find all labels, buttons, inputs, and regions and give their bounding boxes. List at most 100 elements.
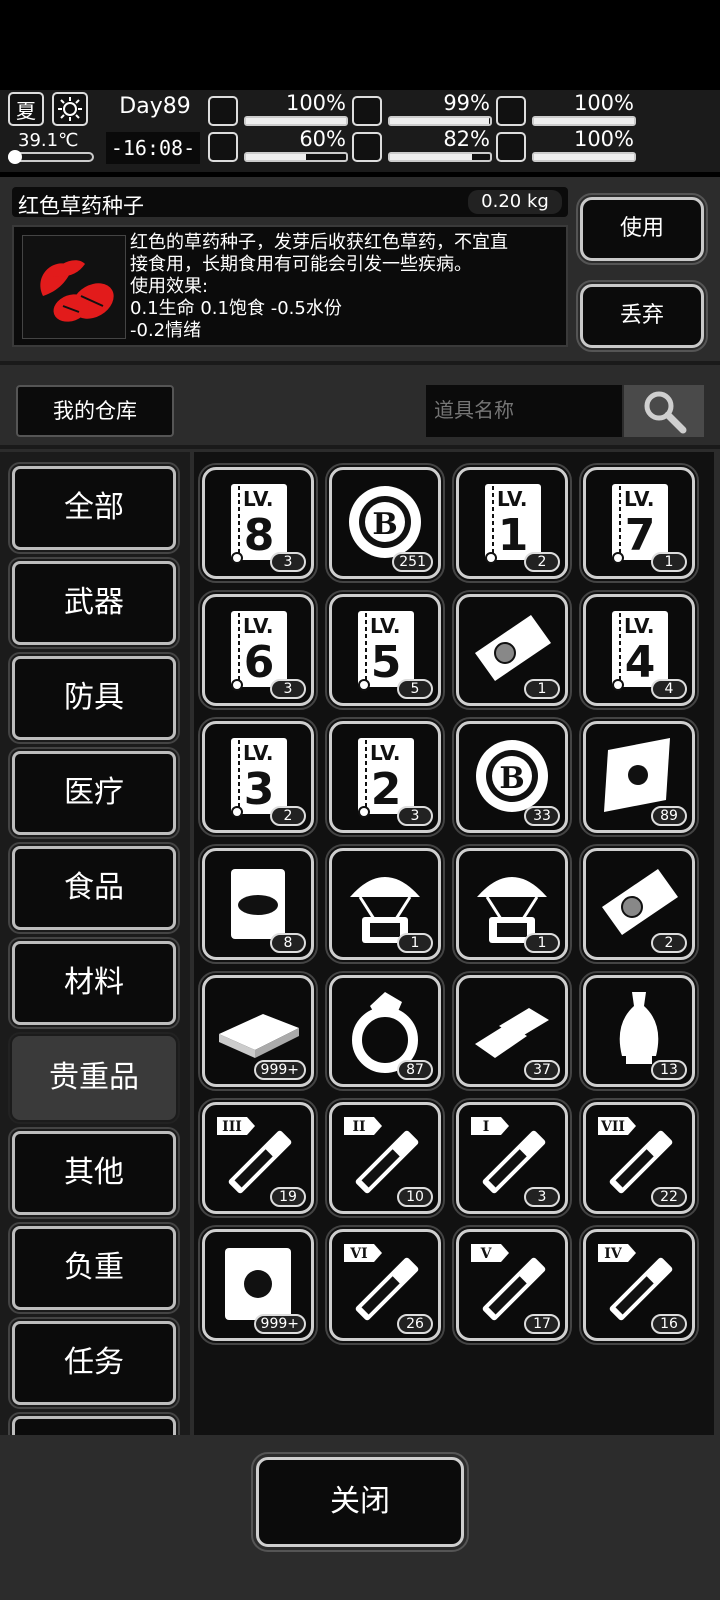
category-tab[interactable]: 全部 xyxy=(8,462,180,554)
item-count-badge: 37 xyxy=(524,1060,560,1080)
inventory-item[interactable]: 2 xyxy=(579,844,699,964)
inventory-item[interactable]: 999+ xyxy=(198,971,318,1091)
inventory-item[interactable]: 999+ xyxy=(198,1225,318,1345)
inventory-item[interactable]: LV. 4 4 xyxy=(579,590,699,710)
inventory-item[interactable]: VII 22 xyxy=(579,1098,699,1218)
bottom-bar: 关闭 xyxy=(0,1435,720,1600)
inventory-item[interactable]: IV 16 xyxy=(579,1225,699,1345)
category-sidebar: 全部武器防具医疗食品材料贵重品其他负重任务消耗品 xyxy=(0,452,190,1600)
category-tab[interactable]: 武器 xyxy=(8,557,180,649)
svg-text:LV.: LV. xyxy=(370,614,401,638)
boot-icon xyxy=(208,132,238,162)
stat-bar xyxy=(244,152,348,162)
category-tab[interactable]: 其他 xyxy=(8,1127,180,1219)
heart-icon xyxy=(496,132,526,162)
item-count-badge: 3 xyxy=(524,1187,560,1207)
inventory-panel: 红色草药种子 0.20 kg 红色的草药种子，发芽后收获红色草药，不宜直 接食用… xyxy=(0,177,720,1600)
item-count-badge: 5 xyxy=(397,679,433,699)
discard-button[interactable]: 丢弃 xyxy=(576,280,708,352)
item-count-badge: 3 xyxy=(270,552,306,572)
season-label: 夏 xyxy=(16,98,36,123)
item-count-badge: 3 xyxy=(397,806,433,826)
inventory-item[interactable]: LV. 3 2 xyxy=(198,717,318,837)
inventory-item[interactable]: I3 xyxy=(452,1098,572,1218)
search-input[interactable] xyxy=(426,385,622,437)
item-weight: 0.20 kg xyxy=(468,190,562,214)
svg-text:1: 1 xyxy=(498,510,529,561)
category-tab[interactable]: 防具 xyxy=(8,652,180,744)
item-count-badge: 26 xyxy=(397,1314,433,1334)
season-indicator: 夏 xyxy=(8,92,44,126)
stat-value: 82% xyxy=(443,127,490,151)
inventory-item[interactable]: II 10 xyxy=(325,1098,445,1218)
thermometer-icon xyxy=(8,150,94,164)
item-name: 红色草药种子 xyxy=(18,194,144,218)
inventory-item[interactable]: VI 26 xyxy=(325,1225,445,1345)
svg-text:LV.: LV. xyxy=(243,741,274,765)
inventory-item[interactable]: LV. 2 3 xyxy=(325,717,445,837)
category-tab[interactable]: 任务 xyxy=(8,1317,180,1409)
inventory-item[interactable]: LV. 1 2 xyxy=(452,463,572,583)
divider xyxy=(0,361,720,365)
item-count-badge: 999+ xyxy=(253,1314,306,1334)
warehouse-button[interactable]: 我的仓库 xyxy=(16,385,174,437)
search-button[interactable] xyxy=(624,385,704,437)
inventory-item[interactable]: 89 xyxy=(579,717,699,837)
divider xyxy=(0,445,720,449)
item-count-badge: 17 xyxy=(524,1314,560,1334)
svg-text:3: 3 xyxy=(244,764,275,815)
item-count-badge: 89 xyxy=(651,806,687,826)
category-tab[interactable]: 材料 xyxy=(8,937,180,1029)
svg-text:LV.: LV. xyxy=(243,614,274,638)
inventory-item[interactable]: B 33 xyxy=(452,717,572,837)
inventory-item[interactable]: B 251 xyxy=(325,463,445,583)
stomach-icon xyxy=(352,96,382,126)
stat-value: 99% xyxy=(443,91,490,115)
inventory-item[interactable]: LV. 6 3 xyxy=(198,590,318,710)
stat-bar xyxy=(388,152,492,162)
inventory-item[interactable]: 13 xyxy=(579,971,699,1091)
water-drop-icon xyxy=(352,132,382,162)
inventory-item[interactable]: 1 xyxy=(325,844,445,964)
status-hud: 夏 39.1℃ Day89 -16:08- 100% 99% 100% 60% 82% 1… xyxy=(0,90,720,253)
category-tab[interactable]: 负重 xyxy=(8,1222,180,1314)
item-count-badge: 33 xyxy=(524,806,560,826)
category-tab[interactable]: 医疗 xyxy=(8,747,180,839)
svg-text:LV.: LV. xyxy=(624,487,655,511)
svg-text:LV.: LV. xyxy=(370,741,401,765)
inventory-item[interactable]: V 17 xyxy=(452,1225,572,1345)
inventory-item[interactable]: 87 xyxy=(325,971,445,1091)
inventory-item[interactable]: LV. 5 5 xyxy=(325,590,445,710)
inventory-screen: 夏 39.1℃ Day89 -16:08- 100% 99% 100% 60% 82% 1… xyxy=(0,0,720,1600)
svg-text:V: V xyxy=(480,1246,493,1262)
stat-value: 60% xyxy=(299,127,346,151)
inventory-item[interactable]: 8 xyxy=(198,844,318,964)
item-count-badge: 1 xyxy=(524,933,560,953)
item-count-badge: 1 xyxy=(524,679,560,699)
use-button[interactable]: 使用 xyxy=(576,193,708,265)
inventory-item[interactable]: 1 xyxy=(452,590,572,710)
item-count-badge: 16 xyxy=(651,1314,687,1334)
inventory-item[interactable]: 1 xyxy=(452,844,572,964)
item-count-badge: 1 xyxy=(397,933,433,953)
svg-text:B: B xyxy=(499,761,524,796)
svg-text:6: 6 xyxy=(244,637,275,688)
inventory-item[interactable]: III 19 xyxy=(198,1098,318,1218)
inventory-item[interactable]: LV. 8 3 xyxy=(198,463,318,583)
stat-value: 100% xyxy=(285,91,346,115)
item-count-badge: 999+ xyxy=(253,1060,306,1080)
close-button[interactable]: 关闭 xyxy=(251,1452,469,1552)
medkit-icon xyxy=(208,96,238,126)
inventory-item[interactable]: 37 xyxy=(452,971,572,1091)
category-tab[interactable]: 食品 xyxy=(8,842,180,934)
stat-bar xyxy=(388,116,492,126)
svg-text:LV.: LV. xyxy=(243,487,274,511)
svg-text:I: I xyxy=(483,1119,490,1135)
stat-value: 100% xyxy=(573,127,634,151)
inventory-item[interactable]: LV. 7 1 xyxy=(579,463,699,583)
sun-icon xyxy=(52,92,88,126)
svg-text:7: 7 xyxy=(625,510,656,561)
category-tab[interactable]: 贵重品 xyxy=(8,1032,180,1124)
item-description: 红色的草药种子，发芽后收获红色草药，不宜直 接食用，长期食用有可能会引发一些疾病… xyxy=(130,232,508,341)
item-name-bar: 红色草药种子 0.20 kg xyxy=(12,187,568,218)
